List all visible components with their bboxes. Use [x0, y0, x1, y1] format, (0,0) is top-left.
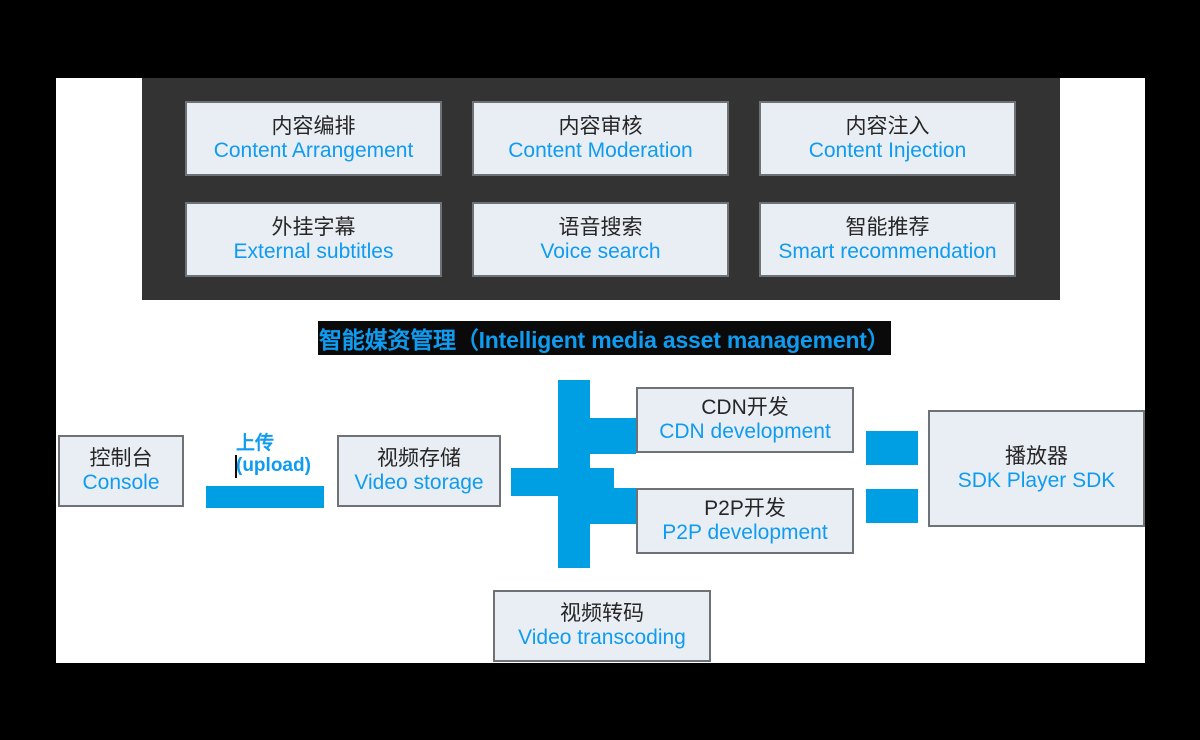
distribution-hub-bar [558, 380, 590, 568]
node-video-transcoding[interactable]: 视频转码 Video transcoding [493, 590, 711, 662]
node-label-en: CDN development [659, 420, 831, 443]
feature-box-voice-search[interactable]: 语音搜索 Voice search [472, 202, 729, 277]
p2p-to-player-connector [866, 489, 918, 523]
node-p2p-development[interactable]: P2P开发 P2P development [636, 488, 854, 554]
feature-box-content-moderation[interactable]: 内容审核 Content Moderation [472, 101, 729, 176]
feature-label-en: Content Arrangement [213, 138, 414, 162]
intelligent-capabilities-band: 内容编排 Content Arrangement 内容审核 Content Mo… [142, 78, 1060, 300]
feature-label-en: Content Moderation [508, 138, 693, 162]
feature-label-cn: 内容审核 [558, 114, 643, 138]
feature-box-external-subtitles[interactable]: 外挂字幕 External subtitles [185, 202, 442, 277]
section-title-intelligent-media-asset-management: 智能媒资管理（Intelligent media asset managemen… [318, 321, 891, 355]
feature-label-cn: 外挂字幕 [271, 215, 356, 239]
feature-label-cn: 语音搜索 [558, 215, 643, 239]
node-label-en: Video storage [354, 471, 484, 494]
upload-arrow-connector [206, 486, 324, 508]
node-label-cn: 播放器 [1005, 444, 1068, 468]
hub-to-p2p-connector [590, 488, 636, 524]
feature-label-en: External subtitles [233, 239, 394, 263]
node-cdn-development[interactable]: CDN开发 CDN development [636, 387, 854, 453]
node-label-cn: 控制台 [89, 447, 153, 471]
feature-label-cn: 智能推荐 [845, 215, 930, 239]
node-label-en: Video transcoding [518, 626, 686, 649]
node-label-cn: 视频存储 [377, 447, 461, 471]
node-label-cn: P2P开发 [704, 497, 786, 521]
feature-label-en: Voice search [540, 239, 661, 263]
node-label-en: P2P development [662, 521, 828, 544]
node-video-storage[interactable]: 视频存储 Video storage [337, 435, 501, 507]
node-label-en: Console [82, 471, 160, 494]
node-player-sdk[interactable]: 播放器 SDK Player SDK [928, 410, 1145, 527]
feature-box-content-injection[interactable]: 内容注入 Content Injection [759, 101, 1016, 176]
feature-label-cn: 内容编排 [271, 114, 356, 138]
feature-label-en: Smart recommendation [778, 239, 997, 263]
hub-to-cdn-connector [590, 418, 636, 454]
diagram-canvas: 内容编排 Content Arrangement 内容审核 Content Mo… [56, 78, 1145, 663]
upload-label-en: (upload) [235, 455, 311, 478]
feature-label-cn: 内容注入 [845, 114, 930, 138]
feature-label-en: Content Injection [808, 138, 967, 162]
diagram-frame: 内容编排 Content Arrangement 内容审核 Content Mo… [0, 0, 1200, 740]
feature-box-content-arrangement[interactable]: 内容编排 Content Arrangement [185, 101, 442, 176]
cdn-to-player-connector [866, 431, 918, 465]
node-label-cn: 视频转码 [560, 602, 644, 626]
node-console[interactable]: 控制台 Console [58, 435, 184, 507]
feature-box-smart-recommendation[interactable]: 智能推荐 Smart recommendation [759, 202, 1016, 277]
feature-grid: 内容编排 Content Arrangement 内容审核 Content Mo… [185, 101, 1017, 277]
node-label-cn: CDN开发 [701, 396, 789, 420]
node-label-en: SDK Player SDK [957, 468, 1116, 492]
